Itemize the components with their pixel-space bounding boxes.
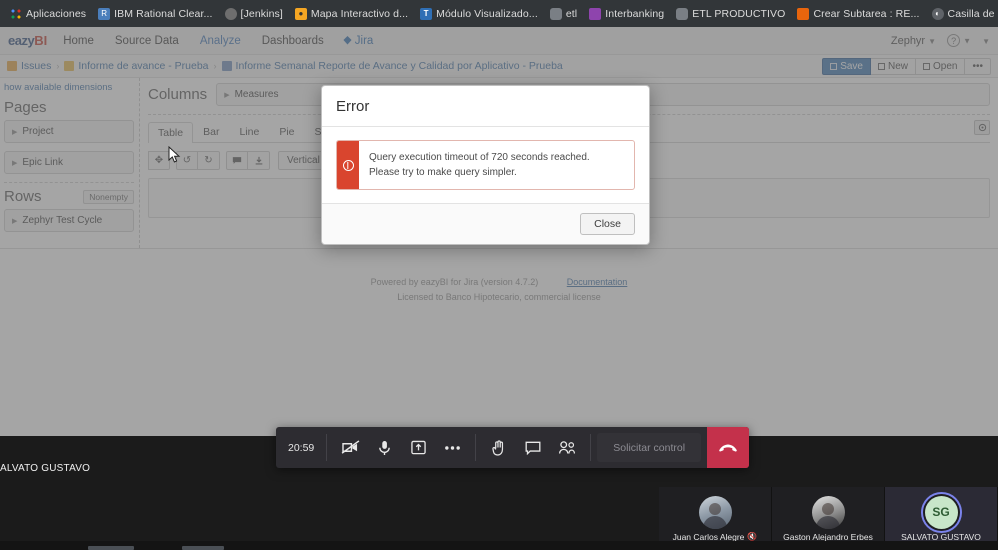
muted-microphone-icon: 🔇	[747, 532, 758, 541]
bookmark-label: Casilla de spam	[947, 7, 998, 20]
error-dialog-title: Error	[336, 98, 370, 115]
presenter-name-label: ALVATO GUSTAVO	[0, 463, 91, 474]
call-elapsed-time: 20:59	[288, 441, 315, 454]
more-options-button[interactable]	[435, 445, 469, 451]
map-pin-icon: ●	[294, 7, 307, 20]
call-media-controls	[327, 427, 475, 468]
error-alert: Query execution timeout of 720 seconds r…	[336, 140, 635, 190]
taskbar-item[interactable]	[88, 546, 134, 550]
modulo-icon: T	[420, 7, 433, 20]
bookmark-item[interactable]: ETL PRODUCTIVO	[670, 6, 791, 22]
bookmark-item[interactable]: etl	[544, 6, 583, 22]
participant-name: Gaston Alejandro Erbes	[783, 531, 873, 542]
participants-icon	[559, 441, 576, 454]
browser-bookmarks-bar: Aplicaciones R IBM Rational Clear... [Je…	[0, 0, 998, 27]
share-screen-icon	[411, 440, 426, 455]
bookmark-label: Mapa Interactivo d...	[310, 7, 409, 20]
taskbar-item[interactable]	[182, 546, 224, 550]
bookmark-label: Crear Subtarea : RE...	[813, 7, 920, 20]
error-exclamation-glyph	[342, 159, 354, 171]
bookmark-label: IBM Rational Clear...	[114, 7, 213, 20]
error-message-line2: Please try to make query simpler.	[369, 167, 517, 178]
error-message-line1: Query execution timeout of 720 seconds r…	[369, 152, 590, 163]
avatar	[811, 495, 845, 529]
interbanking-icon	[589, 7, 602, 20]
etl-productivo-icon	[676, 7, 689, 20]
chat-icon	[525, 441, 541, 455]
rational-icon: R	[98, 7, 111, 20]
bookmark-label: etl	[565, 7, 578, 20]
avatar	[698, 495, 732, 529]
bookmark-item[interactable]: ◐ Casilla de spam	[926, 6, 998, 22]
chat-button[interactable]	[516, 441, 550, 455]
bookmark-item[interactable]: [Jenkins]	[219, 6, 289, 22]
bookmark-item[interactable]: Aplicaciones	[4, 6, 92, 22]
raise-hand-icon	[492, 439, 504, 456]
participant-name-row: Gaston Alejandro Erbes	[783, 532, 873, 542]
call-control-bar: 20:59 Solicitar control	[276, 427, 750, 468]
error-dialog-header: Error	[322, 86, 649, 127]
bookmark-label: ETL PRODUCTIVO	[692, 7, 786, 20]
bookmark-label: Interbanking	[605, 7, 665, 20]
error-dialog-body: Query execution timeout of 720 seconds r…	[322, 127, 649, 203]
participant-name-row: SALVATO GUSTAVO	[901, 532, 981, 542]
toggle-camera-button[interactable]	[333, 440, 367, 455]
hangup-button[interactable]	[707, 427, 750, 468]
call-interaction-controls	[476, 427, 590, 468]
participant-name: SALVATO GUSTAVO	[901, 531, 981, 542]
microphone-icon	[378, 440, 390, 455]
apps-grid-icon	[10, 8, 22, 20]
close-button[interactable]: Close	[580, 213, 635, 235]
participant-name-row: Juan Carlos Alegre 🔇	[673, 532, 758, 542]
error-dialog-footer: Close	[322, 203, 649, 244]
bookmark-label: [Jenkins]	[240, 7, 283, 20]
request-control-button[interactable]: Solicitar control	[597, 433, 702, 462]
camera-off-icon	[341, 440, 360, 454]
bookmark-item[interactable]: Crear Subtarea : RE...	[791, 6, 925, 22]
divider	[590, 434, 592, 461]
toggle-microphone-button[interactable]	[367, 440, 401, 456]
jenkins-icon	[224, 7, 237, 20]
hangup-phone-icon	[719, 444, 737, 452]
error-exclamation-icon	[337, 141, 359, 189]
bookmark-item[interactable]: ● Mapa Interactivo d...	[289, 6, 414, 22]
bookmark-label: Módulo Visualizado...	[436, 7, 538, 20]
participants-button[interactable]	[550, 440, 584, 455]
more-options-icon	[444, 445, 460, 450]
globe-icon: ◐	[931, 7, 944, 20]
avatar-initials: SG	[924, 495, 958, 529]
jira-subtask-icon	[797, 7, 810, 20]
share-screen-button[interactable]	[401, 440, 435, 455]
bookmark-item[interactable]: Interbanking	[583, 6, 670, 22]
participant-name: Juan Carlos Alegre	[672, 531, 745, 542]
screen-root: Aplicaciones R IBM Rational Clear... [Je…	[0, 0, 998, 550]
bookmark-item[interactable]: T Módulo Visualizado...	[414, 6, 544, 22]
bookmark-item[interactable]: R IBM Rational Clear...	[92, 6, 218, 22]
etl-icon	[549, 7, 562, 20]
bookmark-label: Aplicaciones	[26, 7, 87, 20]
raise-hand-button[interactable]	[482, 439, 516, 456]
error-message: Query execution timeout of 720 seconds r…	[359, 141, 600, 189]
error-dialog: Error Query execution timeout of 720 sec…	[321, 85, 650, 245]
os-taskbar	[0, 541, 998, 550]
